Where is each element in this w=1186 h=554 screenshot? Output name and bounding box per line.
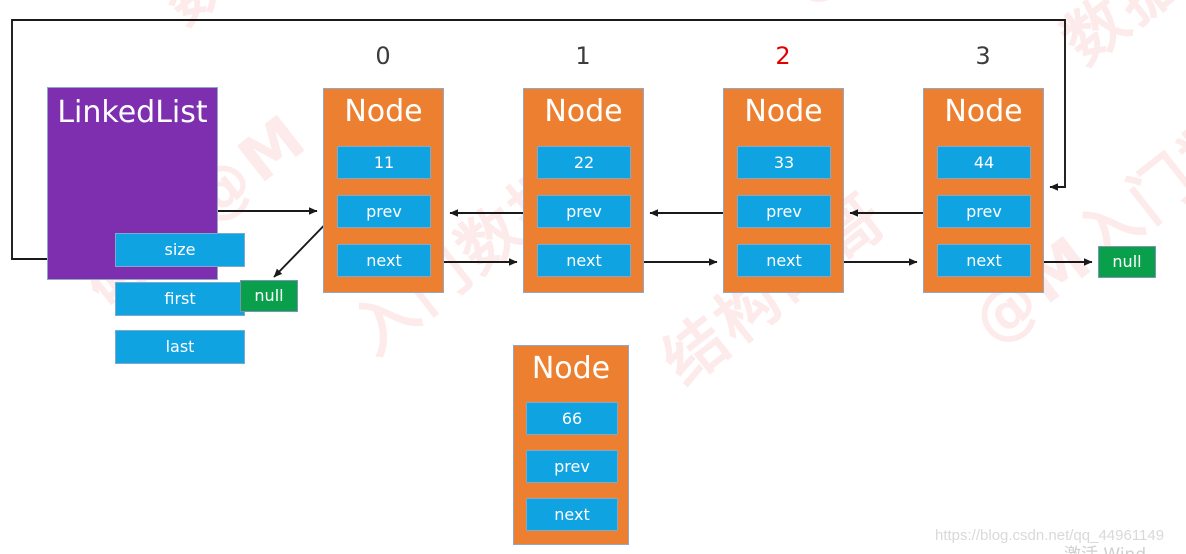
null-box-tail-next: null xyxy=(1098,246,1156,278)
node-title: Node xyxy=(744,94,823,129)
node-next-field[interactable]: next xyxy=(337,244,431,277)
node-value-field[interactable]: 44 xyxy=(937,146,1031,179)
null-box-head-prev: null xyxy=(240,280,298,312)
index-label-1: 1 xyxy=(575,42,591,70)
node-prev-field[interactable]: prev xyxy=(337,195,431,228)
watermark-tile: 数据结构 xyxy=(1040,0,1186,81)
node-value-field[interactable]: 66 xyxy=(526,402,618,435)
diagram-canvas: 数据结构 码哥入门 @M入门 数据结构 码哥@M 入门数据 结构码哥 @M入门数 xyxy=(0,0,1186,554)
node-next-field[interactable]: next xyxy=(537,244,631,277)
node-title: Node xyxy=(544,94,623,129)
node-title: Node xyxy=(344,94,423,129)
watermark-tile: @M入门 xyxy=(760,0,1023,21)
linkedlist-field-first[interactable]: first xyxy=(115,282,245,316)
node-prev-field[interactable]: prev xyxy=(537,195,631,228)
index-label-0: 0 xyxy=(375,42,391,70)
node-next-field[interactable]: next xyxy=(526,498,618,531)
linkedlist-field-last[interactable]: last xyxy=(115,330,245,364)
watermark-tile: 数据结构 xyxy=(140,0,403,41)
node-title: Node xyxy=(944,94,1023,129)
node-value-field[interactable]: 22 xyxy=(537,146,631,179)
node-box-2[interactable]: Node 33 prev next xyxy=(723,88,844,293)
node-prev-field[interactable]: prev xyxy=(737,195,831,228)
node-next-field[interactable]: next xyxy=(737,244,831,277)
node-value-field[interactable]: 33 xyxy=(737,146,831,179)
node-title: Node xyxy=(531,351,611,386)
index-label-2: 2 xyxy=(775,42,791,70)
node-prev-field[interactable]: prev xyxy=(526,450,618,483)
activate-windows-watermark: 激活 Wind xyxy=(1064,540,1146,554)
linkedlist-box[interactable]: LinkedList size first last xyxy=(47,87,245,364)
node-box-1[interactable]: Node 22 prev next xyxy=(523,88,644,293)
node-prev-field[interactable]: prev xyxy=(937,195,1031,228)
linkedlist-title: LinkedList xyxy=(57,95,208,130)
watermark-tile: 码哥入门 xyxy=(430,0,693,11)
linkedlist-field-size[interactable]: size xyxy=(115,233,245,267)
index-label-3: 3 xyxy=(975,42,991,70)
node-next-field[interactable]: next xyxy=(937,244,1031,277)
node-value-field[interactable]: 11 xyxy=(337,146,431,179)
detached-node-box[interactable]: Node 66 prev next xyxy=(513,345,629,545)
node-box-0[interactable]: Node 11 prev next xyxy=(323,88,444,293)
node-box-3[interactable]: Node 44 prev next xyxy=(923,88,1044,293)
